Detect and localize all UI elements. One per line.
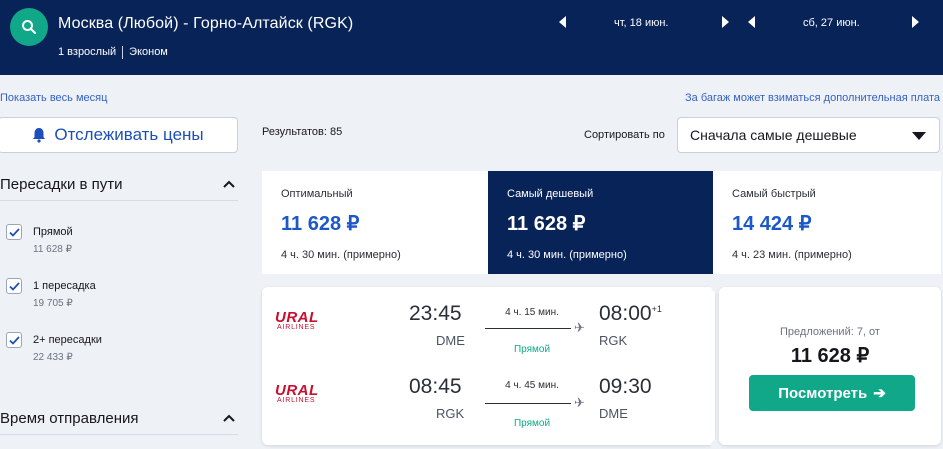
chevron-up-icon xyxy=(223,180,235,188)
plane-icon: ✈ xyxy=(574,395,585,410)
sort-label: Сортировать по xyxy=(584,129,665,141)
arrival-airport: DME xyxy=(599,406,628,421)
airline-logo-subtext: AIRLINES xyxy=(277,397,316,404)
chevron-right-icon xyxy=(912,16,919,28)
stop-option-one[interactable]: 1 пересадка 19 705 ₽ xyxy=(6,278,236,314)
search-header: Москва (Любой) - Горно-Алтайск (RGK) 1 в… xyxy=(0,0,943,75)
next-day-badge: +1 xyxy=(651,304,662,314)
baggage-note-link[interactable]: За багаж может взиматься дополнительная … xyxy=(685,92,940,104)
tab-price: 11 628 ₽ xyxy=(507,213,586,235)
prev-date-out-arrow[interactable] xyxy=(556,14,570,30)
tab-cheapest[interactable]: Самый дешевый 11 628 ₽ 4 ч. 30 мин. (при… xyxy=(488,171,713,274)
checkmark-icon xyxy=(8,281,20,291)
tab-label: Самый дешевый xyxy=(507,188,594,200)
next-date-out-arrow[interactable] xyxy=(718,14,732,30)
airline-logo: URAL AIRLINES xyxy=(275,382,333,404)
stop-option-two-plus[interactable]: 2+ пересадки 22 433 ₽ xyxy=(6,332,236,368)
sort-tabs: Оптимальный 11 628 ₽ 4 ч. 30 мин. (приме… xyxy=(262,171,941,274)
stops-label: Прямой xyxy=(513,418,551,429)
checkmark-icon xyxy=(8,227,20,237)
departure-airport: RGK xyxy=(436,406,465,421)
track-prices-label: Отслеживать цены xyxy=(54,125,204,144)
airline-logo: URAL AIRLINES xyxy=(275,309,333,331)
stop-option-price: 19 705 ₽ xyxy=(33,298,73,309)
checkbox[interactable] xyxy=(6,332,22,348)
ticket-price: 11 628 ₽ xyxy=(790,345,870,367)
chevron-left-icon xyxy=(559,16,566,28)
chevron-right-icon xyxy=(722,16,729,28)
tab-duration: 4 ч. 30 мин. (примерно) xyxy=(281,249,401,261)
view-button[interactable]: Посмотреть ➔ xyxy=(749,375,915,411)
passenger-info[interactable]: 1 взрослый Эконом xyxy=(58,46,168,59)
divider xyxy=(0,200,238,201)
prev-date-back-arrow[interactable] xyxy=(745,14,759,30)
route-line xyxy=(485,403,571,404)
stop-option-price: 22 433 ₽ xyxy=(33,352,73,363)
stop-option-label: 1 пересадка xyxy=(33,280,96,292)
chevron-up-icon xyxy=(223,414,235,422)
chevron-left-icon xyxy=(748,16,755,28)
show-month-link[interactable]: Показать весь месяц xyxy=(0,92,107,104)
divider xyxy=(122,46,124,59)
date-back[interactable]: сб, 27 июн. xyxy=(803,17,860,29)
departure-airport: DME xyxy=(436,333,465,348)
stops-filter-title: Пересадки в пути xyxy=(0,175,123,193)
cabin-label: Эконом xyxy=(129,46,168,58)
tab-duration: 4 ч. 23 мин. (примерно) xyxy=(732,249,852,261)
tab-fastest[interactable]: Самый быстрый 14 424 ₽ 4 ч. 23 мин. (при… xyxy=(713,171,941,274)
bell-icon xyxy=(33,128,46,143)
ticket-segments[interactable]: URAL AIRLINES 23:45 DME 4 ч. 15 мин. ✈ П… xyxy=(262,287,715,445)
date-out[interactable]: чт, 18 июн. xyxy=(614,17,668,29)
stop-option-label: 2+ пересадки xyxy=(33,334,102,346)
arrival-airport: RGK xyxy=(599,333,628,348)
arrow-right-icon: ➔ xyxy=(873,385,886,402)
stop-option-label: Прямой xyxy=(33,226,73,238)
tab-optimal[interactable]: Оптимальный 11 628 ₽ 4 ч. 30 мин. (приме… xyxy=(262,171,488,274)
flight-duration: 4 ч. 45 мин. xyxy=(505,380,559,391)
tab-price: 14 424 ₽ xyxy=(732,213,812,235)
divider xyxy=(0,434,238,435)
track-prices-button[interactable]: Отслеживать цены xyxy=(0,117,238,153)
departure-time: 08:45 xyxy=(409,375,462,398)
view-button-label: Посмотреть xyxy=(778,384,868,402)
stop-option-direct[interactable]: Прямой 11 628 ₽ xyxy=(6,224,236,260)
tab-price: 11 628 ₽ xyxy=(281,213,360,235)
plane-icon: ✈ xyxy=(574,320,585,335)
offers-count: Предложений: 7, от xyxy=(780,326,880,338)
checkmark-icon xyxy=(8,335,20,345)
departure-filter-title: Время отправления xyxy=(0,409,139,427)
stops-label: Прямой xyxy=(513,344,551,355)
ticket-card[interactable]: URAL AIRLINES 23:45 DME 4 ч. 15 мин. ✈ П… xyxy=(262,282,941,449)
arrival-time: 09:30 xyxy=(599,375,652,398)
route-line xyxy=(485,328,571,329)
tab-label: Оптимальный xyxy=(281,188,353,200)
checkbox[interactable] xyxy=(6,278,22,294)
stop-option-price: 11 628 ₽ xyxy=(33,244,72,255)
route-title[interactable]: Москва (Любой) - Горно-Алтайск (RGK) xyxy=(58,15,353,33)
sort-select[interactable]: Сначала самые дешевые xyxy=(677,117,940,153)
arrival-time: 08:00+1 xyxy=(599,302,662,326)
departure-filter-header[interactable]: Время отправления xyxy=(0,403,238,433)
search-icon xyxy=(22,20,36,34)
airline-logo-subtext: AIRLINES xyxy=(277,324,316,331)
results-count: Результатов: 85 xyxy=(262,126,343,138)
next-date-back-arrow[interactable] xyxy=(908,14,922,30)
tab-label: Самый быстрый xyxy=(732,188,816,200)
flight-duration: 4 ч. 15 мин. xyxy=(505,307,559,318)
checkbox[interactable] xyxy=(6,224,22,240)
passengers-label: 1 взрослый xyxy=(58,46,117,58)
tab-duration: 4 ч. 30 мин. (примерно) xyxy=(507,249,627,261)
ticket-price-panel: Предложений: 7, от 11 628 ₽ Посмотреть ➔ xyxy=(719,287,941,445)
departure-time: 23:45 xyxy=(409,302,462,325)
search-button[interactable] xyxy=(10,8,48,46)
arrival-time-value: 08:00 xyxy=(599,302,652,325)
stops-filter-header[interactable]: Пересадки в пути xyxy=(0,169,238,199)
caret-down-icon xyxy=(912,132,926,140)
sort-value: Сначала самые дешевые xyxy=(690,127,857,143)
